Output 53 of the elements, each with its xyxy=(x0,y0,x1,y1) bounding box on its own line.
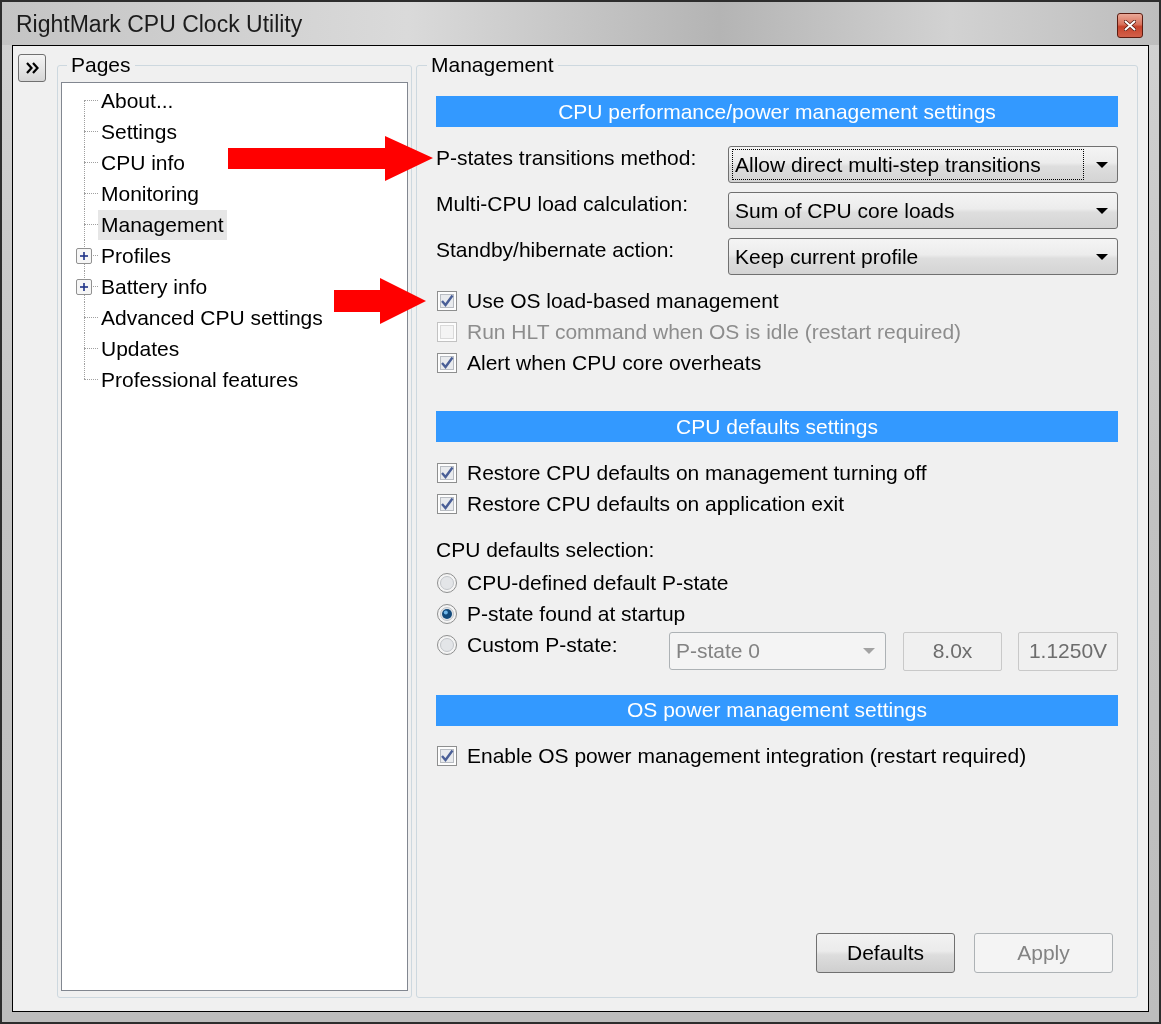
checkbox-label[interactable]: Alert when CPU core overheats xyxy=(467,346,762,379)
radio-label[interactable]: CPU-defined default P-state xyxy=(467,566,729,599)
section-header: CPU performance/power management settings xyxy=(436,96,1118,127)
input-field: 8.0x xyxy=(903,631,1002,671)
checkbox[interactable] xyxy=(437,352,457,373)
radio-label[interactable]: P-state found at startup xyxy=(467,597,686,630)
close-button[interactable] xyxy=(1117,13,1143,38)
group-title: Management xyxy=(430,54,555,76)
dialog-button[interactable]: Defaults xyxy=(816,933,955,973)
group-caption: CPU defaults selection: xyxy=(436,536,655,563)
radio-button[interactable] xyxy=(437,634,457,655)
radio-button[interactable] xyxy=(437,572,457,593)
caret-icon[interactable] xyxy=(1096,253,1108,260)
checkbox-label[interactable]: Restore CPU defaults on application exit xyxy=(467,487,845,520)
double-chevron-icon[interactable] xyxy=(25,62,39,74)
caret-icon[interactable] xyxy=(1096,207,1108,214)
checkbox-label: Run HLT command when OS is idle (restart required) xyxy=(467,318,962,345)
group-title: Pages xyxy=(70,54,132,76)
close-icon[interactable] xyxy=(1124,20,1136,31)
checkbox-label[interactable]: Use OS load-based management xyxy=(467,284,779,317)
field-label: Multi-CPU load calculation: xyxy=(436,192,689,216)
tree-item[interactable]: About... xyxy=(98,85,177,116)
checkbox[interactable] xyxy=(437,462,457,483)
field-label: Standby/hibernate action: xyxy=(436,238,675,262)
dropdown[interactable]: Sum of CPU core loads xyxy=(728,192,1118,229)
checkbox-label[interactable]: Enable OS power management integration (restart required) xyxy=(467,740,1027,772)
tree-item[interactable]: Professional features xyxy=(98,364,302,395)
section-header: OS power management settings xyxy=(436,694,1118,726)
tree-item[interactable]: Monitoring xyxy=(98,178,203,209)
tree-item[interactable]: Settings xyxy=(98,116,180,147)
input-field: 1.1250V xyxy=(1018,631,1118,671)
section-header: CPU defaults settings xyxy=(436,411,1118,442)
tree-item[interactable]: Battery info xyxy=(98,271,211,302)
radio-button[interactable] xyxy=(437,603,457,624)
checkbox[interactable] xyxy=(437,746,457,766)
caret-icon[interactable] xyxy=(1096,161,1108,168)
tree-item[interactable]: Advanced CPU settings xyxy=(98,302,326,333)
checkbox[interactable] xyxy=(437,493,457,514)
tree-item[interactable]: Updates xyxy=(98,333,183,364)
tree-item[interactable]: Management xyxy=(98,209,227,240)
tree-item[interactable]: Profiles xyxy=(98,240,175,271)
window-title: RightMark CPU Clock Utility xyxy=(16,9,303,38)
tree-item[interactable]: CPU info xyxy=(98,147,189,178)
field-label: P-states transitions method: xyxy=(436,146,697,170)
dropdown[interactable]: Allow direct multi-step transitions xyxy=(728,146,1118,183)
dropdown[interactable]: Keep current profile xyxy=(728,238,1118,275)
checkbox-label[interactable]: Restore CPU defaults on management turning off xyxy=(467,456,927,489)
dropdown: P-state 0 xyxy=(669,631,886,670)
checkbox[interactable] xyxy=(437,290,457,311)
expand-icon[interactable] xyxy=(76,278,92,295)
radio-label[interactable]: Custom P-state: xyxy=(467,628,618,661)
panel-toggle-button[interactable] xyxy=(18,54,46,82)
expand-icon[interactable] xyxy=(76,247,92,264)
